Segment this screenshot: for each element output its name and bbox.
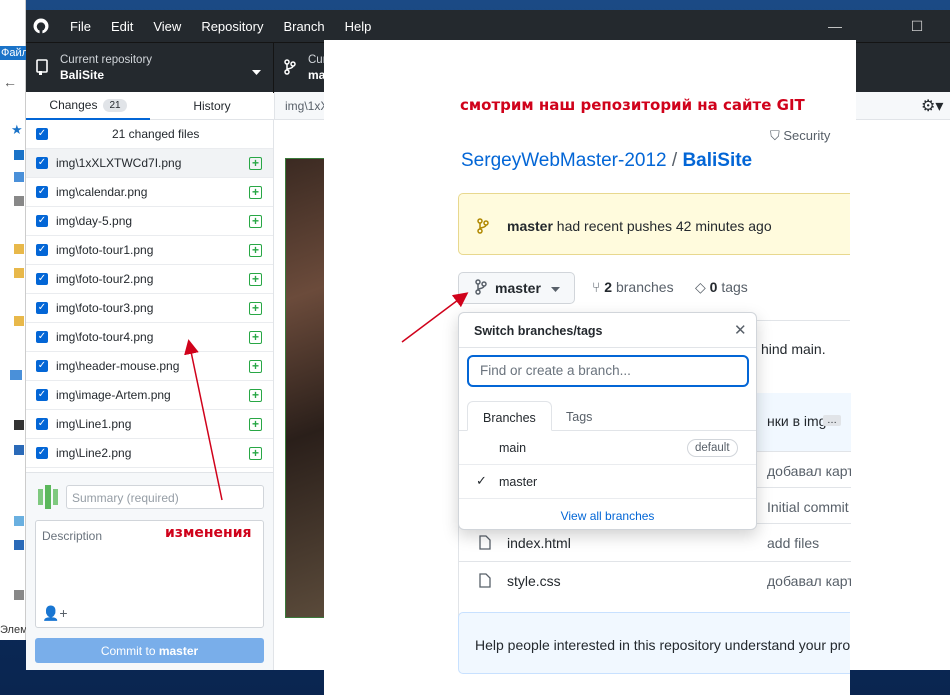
arrow-to-branch-button xyxy=(401,292,469,343)
annotation-arrows xyxy=(184,292,469,501)
arrow-to-changes xyxy=(184,339,223,501)
